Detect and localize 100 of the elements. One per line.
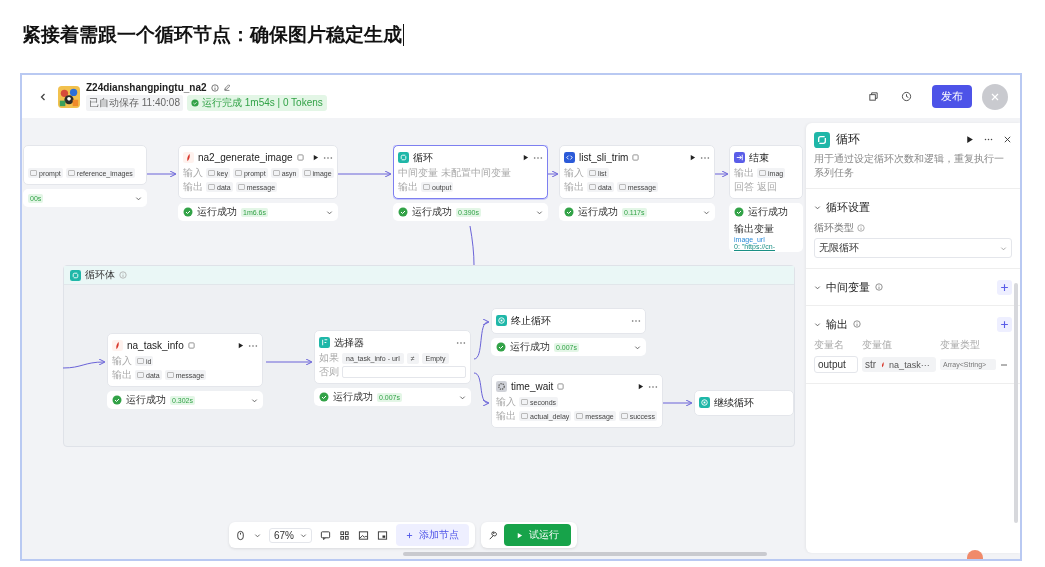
type-icon	[521, 399, 528, 405]
column-header: 变量类型	[940, 338, 981, 352]
section-title: 循环设置	[826, 199, 870, 215]
play-icon[interactable]	[237, 342, 244, 349]
check-icon	[112, 395, 122, 405]
play-icon[interactable]	[312, 154, 319, 161]
info-icon[interactable]	[853, 320, 861, 328]
status-text: 运行成功	[197, 205, 237, 219]
play-icon[interactable]	[965, 135, 974, 144]
workflow-node[interactable]: 继续循环	[694, 390, 794, 416]
close-icon[interactable]	[1003, 135, 1012, 144]
chevron-down-icon[interactable]	[703, 208, 710, 216]
connector-line	[469, 225, 475, 266]
chevron-icon[interactable]	[814, 320, 821, 328]
back-icon[interactable]	[38, 91, 48, 102]
plugin-badge-icon	[632, 154, 640, 161]
status-text: 运行成功	[510, 340, 550, 354]
chevron-down-icon[interactable]	[459, 393, 466, 401]
chevron-down-icon[interactable]	[326, 208, 333, 216]
loop-body-title: 循环体	[85, 268, 115, 282]
row-label: 输出	[183, 180, 203, 194]
info-icon[interactable]	[875, 283, 883, 291]
chevron-down-icon[interactable]	[536, 208, 543, 216]
minimap-icon[interactable]	[377, 529, 388, 541]
history-icon[interactable]	[901, 91, 912, 102]
check-icon	[190, 99, 199, 107]
node-title: 循环	[413, 150, 433, 165]
text-cursor	[403, 24, 404, 46]
play-icon[interactable]	[637, 383, 644, 390]
plus-icon	[1000, 282, 1009, 292]
branch-icon	[319, 337, 330, 348]
chevron-icon[interactable]	[814, 203, 821, 211]
chevron-down-icon[interactable]	[135, 194, 142, 202]
field-label: 循环类型	[814, 221, 854, 235]
play-icon[interactable]	[689, 154, 696, 161]
check-icon	[398, 207, 408, 217]
row-label: 输出	[734, 166, 754, 180]
column-header: 变量值	[862, 338, 893, 352]
row-value: 返回	[757, 180, 777, 194]
node-title: list_sli_trim	[579, 152, 629, 163]
grid-icon[interactable]	[339, 529, 350, 541]
plugin-badge-icon	[187, 342, 195, 349]
chevron-icon[interactable]	[814, 283, 821, 291]
edit-icon[interactable]	[222, 83, 231, 92]
image-icon[interactable]	[358, 529, 369, 541]
check-icon	[496, 342, 506, 352]
comment-icon[interactable]	[320, 529, 331, 541]
row-value: 未配置中间变量	[441, 166, 511, 180]
connector-arrow	[714, 170, 729, 178]
connector-arrow	[662, 399, 693, 407]
row-label: 输出	[112, 368, 132, 382]
plus-icon	[1000, 319, 1009, 329]
plus-icon	[406, 531, 413, 539]
type-icon	[618, 184, 626, 190]
play-icon[interactable]	[522, 154, 529, 161]
publish-button[interactable]: 发布	[932, 85, 972, 108]
info-icon[interactable]	[119, 271, 127, 279]
close-button[interactable]	[982, 83, 1008, 110]
row-label: 否则	[319, 365, 339, 379]
variable-value-field[interactable]: str na_task···	[862, 357, 936, 372]
node-title: 选择器	[334, 335, 364, 350]
node-title: time_wait	[511, 381, 554, 392]
type-icon	[137, 372, 144, 378]
scrollbar[interactable]	[1014, 283, 1018, 523]
row-label: 输入	[183, 166, 203, 180]
node-title: na_task_info	[127, 340, 184, 351]
plugin-badge-icon	[296, 154, 304, 161]
wrench-icon[interactable]	[487, 529, 498, 541]
status-text: 运行成功	[333, 390, 373, 404]
workflow-node[interactable]: 终止循环	[491, 308, 646, 334]
loop-icon	[814, 131, 830, 148]
panel-title: 循环	[836, 131, 860, 148]
type-icon	[208, 170, 215, 176]
row-label: 输出	[564, 180, 584, 194]
zoom-select[interactable]: 67%	[269, 527, 312, 543]
status-text: 运行成功	[748, 205, 788, 219]
add-node-button[interactable]: 添加节点	[396, 524, 469, 546]
add-button[interactable]	[997, 279, 1012, 295]
info-icon[interactable]	[210, 83, 219, 92]
section-title: 输出	[826, 316, 848, 332]
scrollbar[interactable]	[403, 552, 767, 556]
mouse-icon[interactable]	[235, 529, 246, 541]
chili-icon	[112, 340, 123, 351]
type-icon	[166, 372, 174, 378]
stop-icon	[699, 397, 710, 408]
loop-type-dropdown[interactable]: 无限循环	[814, 238, 1012, 258]
variable-name-field[interactable]: output	[814, 356, 858, 373]
section-title: 中间变量	[826, 279, 870, 295]
type-icon	[759, 170, 766, 176]
chevron-down-icon[interactable]	[254, 531, 261, 539]
copy-icon[interactable]	[868, 91, 879, 102]
type-icon	[272, 170, 280, 176]
check-icon	[319, 392, 329, 402]
panel-description: 用于通过设定循环次数和逻辑，重复执行一系列任务	[806, 152, 1020, 189]
chevron-down-icon[interactable]	[251, 396, 258, 404]
chevron-down-icon[interactable]	[634, 343, 641, 351]
connector-arrow	[62, 358, 106, 369]
type-icon	[67, 170, 75, 176]
info-icon[interactable]	[857, 224, 865, 232]
add-button[interactable]	[997, 316, 1012, 332]
